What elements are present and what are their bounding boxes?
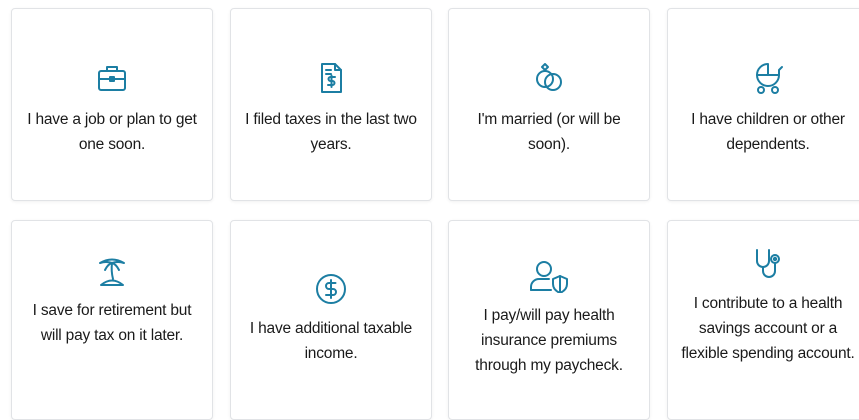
card-retirement[interactable]: I save for retirement but will pay tax o…: [11, 220, 213, 420]
stethoscope-icon: [751, 247, 785, 281]
wedding-rings-icon: [532, 61, 566, 95]
card-health-premiums[interactable]: I pay/will pay health insurance premiums…: [448, 220, 650, 420]
user-shield-icon: [529, 259, 569, 293]
briefcase-icon: [95, 61, 129, 95]
baby-stroller-icon: [751, 61, 785, 95]
card-label: I'm married (or will be soon).: [477, 111, 621, 153]
card-additional-income[interactable]: I have additional taxable income.: [230, 220, 432, 420]
card-job[interactable]: I have a job or plan to get one soon.: [11, 8, 213, 201]
card-label: I filed taxes in the last two years.: [245, 111, 417, 153]
palm-tree-island-icon: [95, 254, 129, 288]
card-label: I have a job or plan to get one soon.: [27, 111, 197, 153]
card-taxes[interactable]: I filed taxes in the last two years.: [230, 8, 432, 201]
dollar-coin-icon: [314, 272, 348, 306]
card-label: I have children or other dependents.: [691, 111, 845, 153]
card-label: I have additional taxable income.: [249, 320, 413, 362]
card-hsa-fsa[interactable]: I contribute to a health savings account…: [667, 220, 859, 420]
card-label: I save for retirement but will pay tax o…: [32, 302, 192, 344]
tax-document-icon: [314, 61, 348, 95]
card-label: I pay/will pay health insurance premiums…: [475, 307, 623, 374]
card-married[interactable]: I'm married (or will be soon).: [448, 8, 650, 201]
card-label: I contribute to a health savings account…: [681, 295, 855, 362]
card-children[interactable]: I have children or other dependents.: [667, 8, 859, 201]
